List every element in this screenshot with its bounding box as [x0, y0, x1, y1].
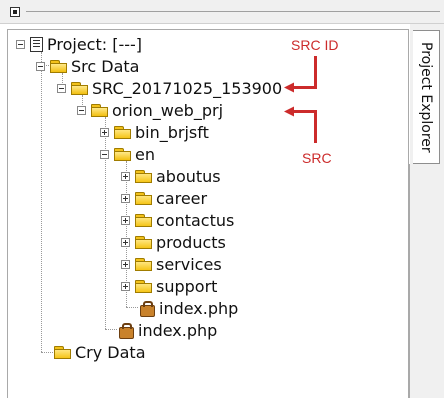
collapse-icon[interactable] — [100, 149, 109, 159]
collapse-icon[interactable] — [77, 105, 86, 115]
folder-open-icon — [91, 103, 108, 117]
tree-line — [105, 329, 117, 330]
expand-icon[interactable] — [121, 237, 130, 247]
tree-item-label: support — [156, 276, 218, 296]
folder-icon — [135, 257, 152, 271]
project-icon — [30, 36, 43, 52]
tree-item-contactus[interactable]: contactus — [121, 209, 234, 231]
folder-icon — [54, 345, 71, 359]
tree-line — [41, 52, 42, 352]
annotation-bracket — [293, 86, 317, 89]
annotation-bracket — [314, 110, 317, 143]
expand-icon[interactable] — [121, 259, 130, 269]
tree-item-label: SRC_20171025_153900 — [92, 78, 283, 98]
folder-icon — [135, 279, 152, 293]
tree-item-services[interactable]: services — [121, 253, 222, 275]
tree-item-bin[interactable]: bin_brjsft — [100, 121, 209, 143]
side-divider — [409, 164, 410, 398]
tree-item-label: products — [156, 232, 226, 252]
expand-icon[interactable] — [100, 127, 109, 137]
annotation-src: SRC — [302, 150, 332, 166]
tree-item-label: index.php — [138, 320, 218, 340]
expand-icon[interactable] — [121, 171, 130, 181]
tree-item-label: career — [156, 188, 208, 208]
tree-item-support[interactable]: support — [121, 275, 217, 297]
expand-icon[interactable] — [121, 281, 130, 291]
folder-open-icon — [114, 147, 131, 161]
folder-open-icon — [71, 81, 88, 95]
panel-header — [0, 0, 444, 24]
folder-icon — [135, 235, 152, 249]
tree-item-label: index.php — [159, 298, 239, 318]
tree-item-label: services — [156, 254, 222, 274]
collapse-icon[interactable] — [16, 39, 25, 49]
tree-item-en[interactable]: en — [100, 143, 155, 165]
folder-icon — [135, 213, 152, 227]
expand-icon[interactable] — [121, 215, 130, 225]
tree-item-label: en — [135, 144, 155, 164]
tree-item-products[interactable]: products — [121, 231, 226, 253]
tab-project-explorer-label: Project Explorer — [418, 41, 434, 153]
tree-line — [41, 352, 53, 353]
annotation-bracket — [314, 56, 317, 88]
tree-item-project[interactable]: Project: [---] — [16, 33, 142, 55]
php-file-icon — [139, 300, 155, 317]
tree-item-label: aboutus — [156, 166, 221, 186]
tree-item-label: contactus — [156, 210, 235, 230]
tree-item-web-prj[interactable]: orion_web_prj — [77, 99, 223, 121]
tree-item-src-id-folder[interactable]: SRC_20171025_153900 — [57, 77, 282, 99]
tree-item-src-data[interactable]: Src Data — [36, 55, 139, 77]
tree-item-career[interactable]: career — [121, 187, 207, 209]
tree-item-cry-data[interactable]: Cry Data — [54, 341, 146, 363]
folder-open-icon — [50, 59, 67, 73]
tree-item-label: Project: [---] — [47, 34, 143, 54]
annotation-src-id: SRC ID — [291, 37, 339, 53]
tab-project-explorer[interactable]: Project Explorer — [413, 30, 440, 164]
arrow-left-icon — [284, 82, 294, 93]
expand-icon[interactable] — [121, 193, 130, 203]
dock-icon[interactable] — [10, 7, 20, 17]
folder-icon — [135, 191, 152, 205]
tree-item-label: Src Data — [71, 56, 140, 76]
tree-item-label: Cry Data — [75, 342, 146, 362]
folder-icon — [135, 169, 152, 183]
collapse-icon[interactable] — [36, 61, 45, 71]
tree-line — [126, 307, 138, 308]
header-divider — [26, 11, 440, 12]
folder-icon — [114, 125, 131, 139]
tree-item-label: orion_web_prj — [112, 100, 224, 120]
php-file-icon — [118, 322, 134, 339]
tree-item-root-index[interactable]: index.php — [118, 319, 217, 341]
tree-item-label: bin_brjsft — [135, 122, 209, 142]
collapse-icon[interactable] — [57, 83, 66, 93]
tree-item-en-index[interactable]: index.php — [139, 297, 238, 319]
tree-item-aboutus[interactable]: aboutus — [121, 165, 221, 187]
